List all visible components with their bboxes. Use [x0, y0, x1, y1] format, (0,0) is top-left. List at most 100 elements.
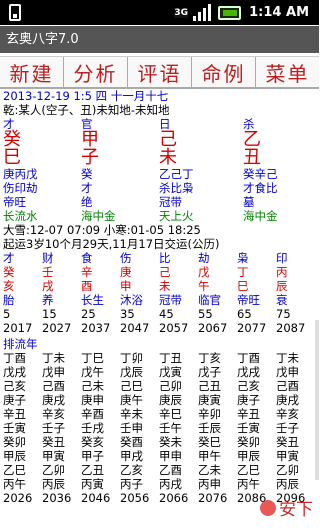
liunian-cell: 庚戌: [276, 393, 299, 407]
liunian-cell: 壬申: [120, 421, 143, 435]
liunian-cell: 辛酉: [81, 407, 104, 421]
liunian-cell: 庚申: [81, 393, 104, 407]
state-year: 帝旺: [3, 195, 26, 209]
dayun-god: 伤: [120, 251, 132, 265]
dayun-stems: 癸壬辛庚己戊丁丙: [3, 265, 317, 279]
liunian-button[interactable]: 排流年: [3, 337, 317, 351]
dayun-branch: 亥: [3, 279, 15, 293]
signal-icon: [193, 4, 213, 21]
liunian-cell: 癸卯: [237, 435, 260, 449]
liunian-cell: 戊子: [198, 365, 221, 379]
dayun-years: 2017 2027 2037 2047 2057 2067 2077 2087: [3, 321, 317, 335]
state-day: 冠带: [159, 195, 182, 209]
hidden-year: 庚丙戊: [3, 167, 38, 181]
liunian-cell: 辛巳: [159, 407, 182, 421]
dayun-state: 长生: [81, 293, 104, 307]
dayun-state: 养: [42, 293, 54, 307]
main-menu: 新建 分析 评语 命例 菜单: [0, 56, 319, 89]
liunian-cell: 癸亥: [81, 435, 104, 449]
nayin-month: 海中金: [81, 209, 116, 223]
liunian-cell: 庚子: [237, 393, 260, 407]
liunian-cell: 乙巳: [237, 463, 260, 477]
nayin-day: 天上火: [159, 209, 194, 223]
comment-button[interactable]: 评语: [128, 57, 192, 87]
liunian-cell: 2066: [159, 491, 189, 505]
hidden-hour: 癸辛己: [243, 167, 278, 181]
liunian-cell: 戊戌: [237, 365, 260, 379]
liunian-cell: 丙子: [120, 477, 143, 491]
liunian-cell: 壬戌: [81, 421, 104, 435]
dayun-state: 帝旺: [237, 293, 260, 307]
liunian-cell: 甲辰: [3, 449, 26, 463]
dayun-god: 财: [42, 251, 54, 265]
liunian-cell: 2036: [42, 491, 72, 505]
liunian-cell: 己亥: [3, 379, 26, 393]
dayun-stem: 丁: [237, 265, 249, 279]
sd-card-icon: [9, 4, 21, 21]
liunian-cell: 戊戌: [3, 365, 26, 379]
dayun-stem: 丙: [276, 265, 288, 279]
liunian-cell: 丁酉: [237, 351, 260, 365]
menu-button[interactable]: 菜单: [256, 57, 319, 87]
dayun-year: 2067: [198, 321, 228, 335]
liunian-cell: 丙辰: [42, 477, 65, 491]
new-button[interactable]: 新建: [0, 57, 64, 87]
liunian-cell: 壬午: [159, 421, 182, 435]
liunian-cell: 2076: [198, 491, 228, 505]
liunian-cell: 2046: [81, 491, 111, 505]
dayun-year: 2017: [3, 321, 33, 335]
liunian-cell: 丙辰: [276, 477, 299, 491]
liunian-cell: 甲寅: [276, 449, 299, 463]
pillar-states: 帝旺 绝 冠带 墓: [3, 195, 317, 209]
person-info: 乾:某人(空子、丑)未知地-未知地: [3, 103, 170, 117]
status-bar: 3G 1:14 AM: [0, 0, 319, 25]
liunian-cell: 壬寅: [237, 421, 260, 435]
liunian-cell: 戊午: [81, 365, 104, 379]
cases-button[interactable]: 命例: [192, 57, 256, 87]
liunian-cell: 癸丑: [42, 435, 65, 449]
dayun-branch: 申: [120, 279, 132, 293]
dayun-gods: 才财食伤比劫枭印: [3, 251, 317, 265]
dayun-god: 比: [159, 251, 171, 265]
liunian-cell: 壬子: [42, 421, 65, 435]
dayun-age: 55: [198, 307, 213, 321]
liunian-cell: 庚辰: [159, 393, 182, 407]
branch-year: 巳: [3, 147, 21, 168]
liunian-cell: 庚戌: [42, 393, 65, 407]
app-title: 玄奥八字7.0: [0, 26, 319, 53]
liunian-cell: 己丑: [198, 379, 221, 393]
dayun-stem: 戊: [198, 265, 210, 279]
analyze-button[interactable]: 分析: [64, 57, 128, 87]
hidden-gods-day: 杀比枭: [159, 181, 194, 195]
hidden-gods-month: 才: [81, 181, 93, 195]
dayun-year: 2087: [276, 321, 306, 335]
pillar-hidden-stems: 庚丙戊 癸 乙己丁 癸辛己: [3, 167, 317, 181]
liunian-cell: 丁卯: [120, 351, 143, 365]
liunian-cell: 癸未: [159, 435, 182, 449]
status-icons: 3G: [174, 4, 241, 21]
hidden-gods-year: 伤印劫: [3, 181, 38, 195]
watermark-text: 安下: [279, 500, 313, 520]
dayun-age: 75: [276, 307, 291, 321]
scrollbar[interactable]: [315, 320, 319, 480]
liunian-cell: 壬辰: [198, 421, 221, 435]
liunian-cell: 丙戌: [159, 477, 182, 491]
dayun-age: 5: [3, 307, 11, 321]
dayun-year: 2077: [237, 321, 267, 335]
liunian-cell: 癸巳: [198, 435, 221, 449]
liunian-cell: 己酉: [276, 379, 299, 393]
liunian-cell: 丁未: [276, 351, 299, 365]
liunian-cell: 辛卯: [198, 407, 221, 421]
dayun-branch: 酉: [81, 279, 93, 293]
dayun-states: 胎 养 长生 沐浴 冠带 临官 帝旺 衰: [3, 293, 317, 307]
watermark-logo-icon: [260, 499, 276, 516]
pillar-branches: 巳 子 未 丑: [3, 149, 317, 167]
dayun-state: 衰: [276, 293, 288, 307]
dayun-god: 才: [3, 251, 15, 265]
liunian-cell: 甲子: [81, 449, 104, 463]
liunian-cell: 壬寅: [3, 421, 26, 435]
dayun-state: 胎: [3, 293, 15, 307]
dayun-stem: 癸: [3, 265, 15, 279]
solar-terms: 大雪:12-07 07:09 小寒:01-05 18:25: [3, 223, 201, 237]
dayun-god: 劫: [198, 251, 210, 265]
